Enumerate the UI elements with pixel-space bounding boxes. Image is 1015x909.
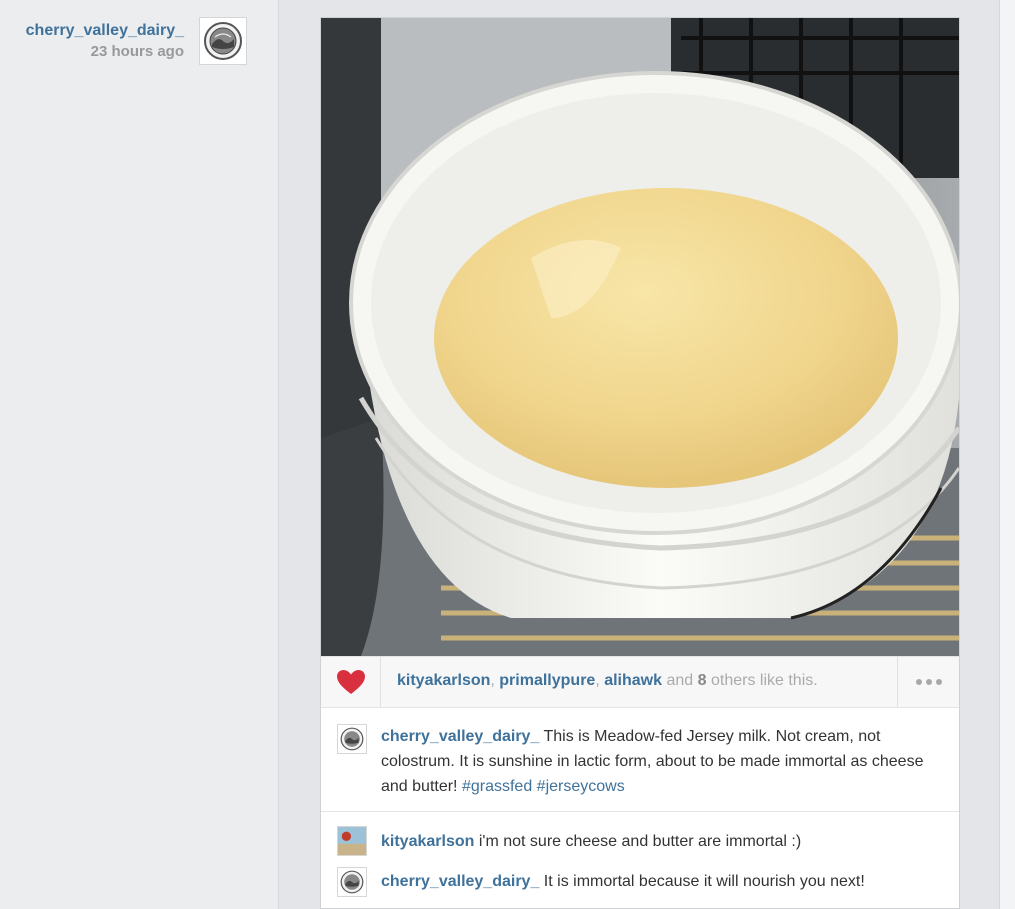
post-photo[interactable]: [321, 18, 959, 656]
heart-icon: [336, 670, 365, 694]
hashtag-link[interactable]: #grassfed: [462, 778, 532, 795]
commenter-avatar[interactable]: [337, 867, 367, 897]
left-column: cherry_valley_dairy_ 23 hours ago: [0, 0, 279, 909]
comment-username[interactable]: kityakarlson: [381, 833, 474, 850]
user-photo-avatar: [338, 827, 366, 855]
caption-avatar[interactable]: [337, 724, 367, 754]
dairy-seal-logo: [340, 870, 364, 894]
post-actions-bar: kityakarlson, primallypure, alihawk and …: [321, 656, 959, 708]
likes-others-count[interactable]: 8: [698, 672, 707, 689]
comment-text: It is immortal because it will nourish y…: [543, 873, 865, 890]
post-author-avatar[interactable]: [199, 17, 247, 65]
more-options-icon: [915, 679, 922, 685]
hashtag-link[interactable]: #jerseycows: [537, 778, 625, 795]
comment-text: i'm not sure cheese and butter are immor…: [478, 833, 802, 850]
like-user[interactable]: kityakarlson: [397, 672, 490, 689]
like-user[interactable]: alihawk: [604, 672, 662, 689]
scroll-gutter: [999, 0, 1015, 909]
post-timestamp[interactable]: 23 hours ago: [91, 43, 184, 60]
dairy-seal-logo: [204, 22, 242, 60]
post-card: kityakarlson, primallypure, alihawk and …: [320, 17, 960, 909]
like-user[interactable]: primallypure: [499, 672, 595, 689]
likes-suffix: others like this.: [710, 672, 818, 689]
like-button[interactable]: [321, 657, 381, 707]
comment-username[interactable]: cherry_valley_dairy_: [381, 873, 539, 890]
more-options-button[interactable]: [897, 657, 959, 707]
caption-text-block: cherry_valley_dairy_ This is Meadow-fed …: [381, 724, 931, 799]
caption-username[interactable]: cherry_valley_dairy_: [381, 728, 539, 745]
post-caption: cherry_valley_dairy_ This is Meadow-fed …: [321, 708, 959, 812]
likes-and-text: and: [666, 672, 694, 689]
comment-item: cherry_valley_dairy_ It is immortal beca…: [381, 873, 865, 891]
post-author-username[interactable]: cherry_valley_dairy_: [26, 22, 184, 40]
likes-summary: kityakarlson, primallypure, alihawk and …: [397, 672, 818, 689]
dairy-seal-logo: [340, 727, 364, 751]
milk-bucket-photo: [321, 18, 959, 656]
commenter-avatar[interactable]: [337, 826, 367, 856]
comment-item: kityakarlson i'm not sure cheese and but…: [381, 833, 801, 851]
